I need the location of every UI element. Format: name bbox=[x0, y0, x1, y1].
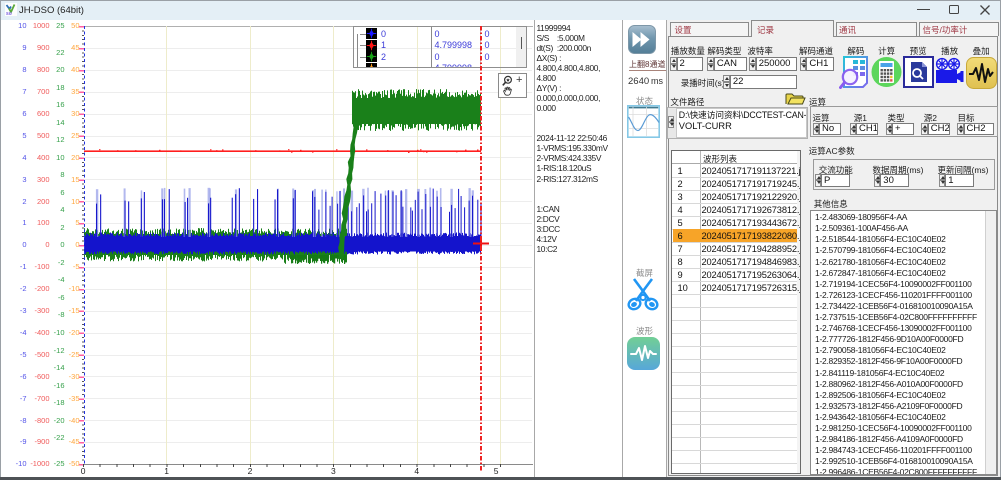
svg-text:so: so bbox=[6, 11, 12, 16]
